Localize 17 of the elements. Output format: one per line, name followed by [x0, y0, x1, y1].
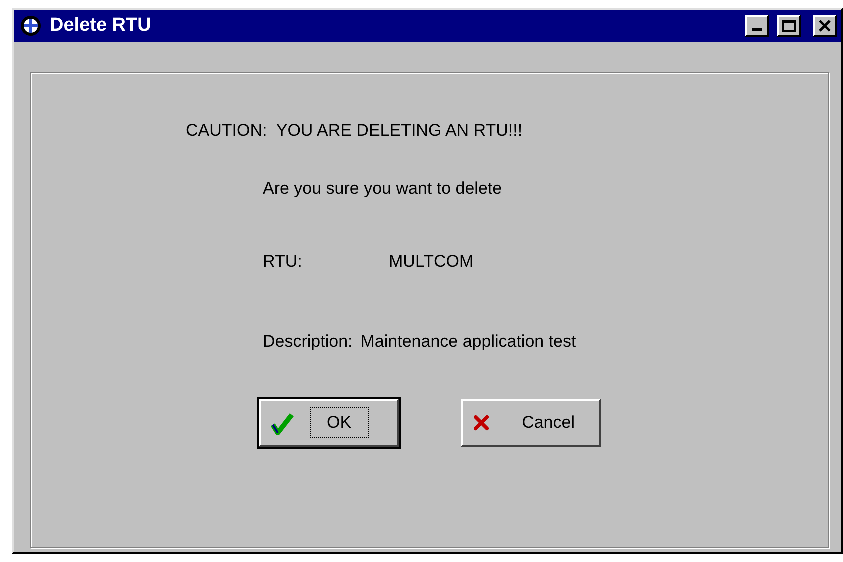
window-title: Delete RTU: [50, 14, 152, 38]
field-label: RTU:: [263, 252, 304, 272]
question-text: Are you sure you want to delete: [263, 179, 504, 200]
check-icon: [271, 410, 295, 435]
field-value: MULTCOM: [389, 252, 474, 272]
minimize-button[interactable]: [745, 15, 769, 37]
close-button[interactable]: [813, 15, 837, 37]
ok-button[interactable]: OK: [259, 398, 399, 447]
caution-text: CAUTION: YOU ARE DELETING AN RTU!!!: [186, 121, 524, 142]
maximize-button[interactable]: [777, 15, 801, 37]
app-icon: [20, 15, 42, 37]
cancel-button[interactable]: Cancel: [461, 398, 601, 447]
field-label: Description:: [263, 332, 354, 353]
field-value: Maintenance application test: [360, 332, 576, 353]
minimize-icon: [752, 28, 762, 31]
maximize-icon: [782, 20, 796, 32]
close-icon: [819, 20, 831, 32]
